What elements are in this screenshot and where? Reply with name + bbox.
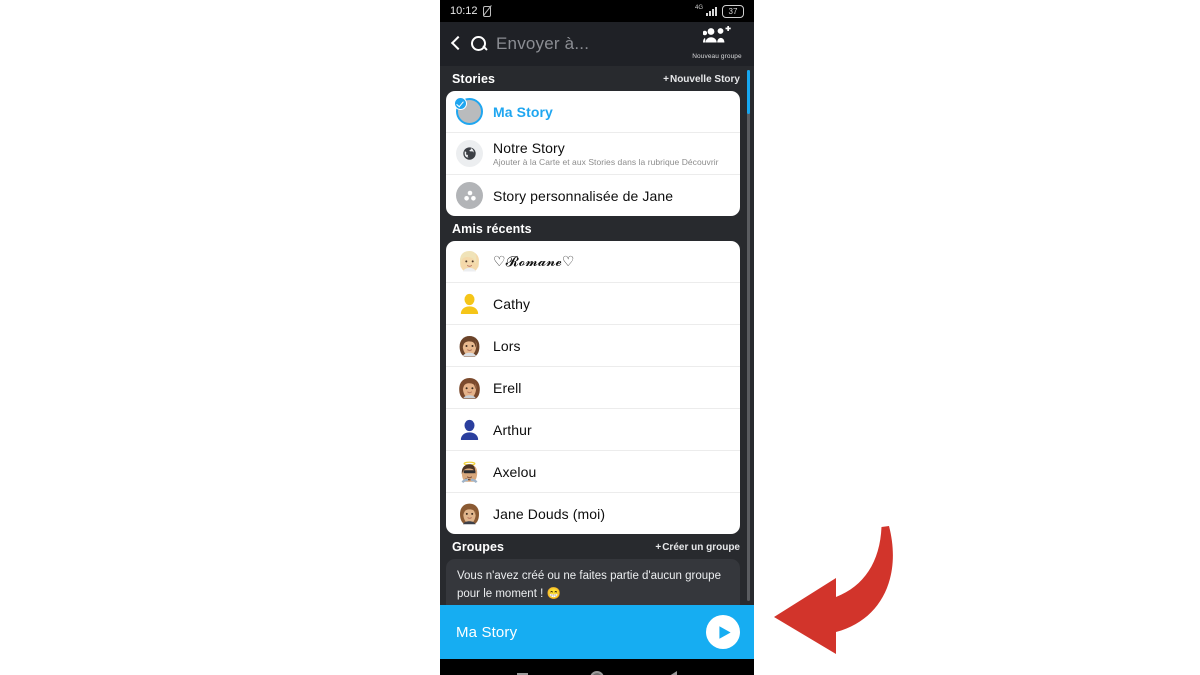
new-story-label: Nouvelle Story bbox=[669, 73, 740, 85]
friend-row[interactable]: ♡𝓡𝓸𝓶𝓪𝓷𝓮♡ bbox=[446, 241, 740, 282]
scrollbar-thumb[interactable] bbox=[747, 70, 750, 114]
stories-section-title: Stories bbox=[452, 72, 496, 86]
curved-arrow-left-icon bbox=[752, 518, 927, 658]
android-nav-bar bbox=[440, 659, 754, 675]
new-group-label: Nouveau groupe bbox=[692, 52, 742, 60]
story-title: Notre Story bbox=[493, 140, 565, 156]
send-button[interactable] bbox=[706, 615, 740, 649]
bitmoji-blonde-avatar bbox=[456, 248, 483, 275]
friend-row[interactable]: Erell bbox=[446, 366, 740, 408]
create-group-label: Créer un groupe bbox=[662, 541, 740, 553]
chevron-left-icon[interactable] bbox=[446, 34, 466, 54]
friend-name: Cathy bbox=[493, 295, 531, 312]
story-row-my-story[interactable]: Ma Story bbox=[446, 91, 740, 132]
send-recipients-label: Ma Story bbox=[456, 623, 518, 641]
friend-row[interactable]: Axelou bbox=[446, 450, 740, 492]
circle-home-icon[interactable] bbox=[590, 671, 604, 675]
plus-icon: + bbox=[655, 541, 662, 553]
bitmoji-long-hair-avatar bbox=[456, 374, 483, 401]
recent-friends-card: ♡𝓡𝓸𝓶𝓪𝓷𝓮♡ Cathy Lors Erell Arthur Axelou … bbox=[446, 241, 740, 534]
friend-row[interactable]: Lors bbox=[446, 324, 740, 366]
phone-screen: 10:12 4G 37 Envoyer à... Nouveau groupe … bbox=[440, 0, 754, 675]
friend-row-text: Lors bbox=[493, 338, 521, 354]
stories-section-header: Stories +Nouvelle Story bbox=[440, 66, 754, 91]
create-group-button[interactable]: +Créer un groupe bbox=[655, 542, 740, 553]
new-group-button[interactable]: Nouveau groupe bbox=[688, 25, 746, 63]
story-subtitle: Ajouter à la Carte et aux Stories dans l… bbox=[493, 157, 719, 167]
screenshot-canvas: 10:12 4G 37 Envoyer à... Nouveau groupe … bbox=[0, 0, 1200, 675]
story-row-text: Notre Story Ajouter à la Carte et aux St… bbox=[493, 140, 719, 167]
status-time: 10:12 bbox=[450, 5, 478, 17]
battery-indicator: 37 bbox=[722, 4, 744, 18]
search-header: Envoyer à... Nouveau groupe bbox=[440, 22, 754, 66]
stories-card: Ma Story Notre Story Ajouter à la Carte … bbox=[446, 91, 740, 216]
groups-section-title: Groupes bbox=[452, 540, 505, 554]
network-type-label: 4G bbox=[694, 4, 703, 11]
default-yellow-avatar bbox=[456, 290, 483, 317]
recent-friends-section-title: Amis récents bbox=[452, 222, 532, 236]
friend-row-text: Cathy bbox=[493, 296, 530, 312]
globe-icon bbox=[456, 140, 483, 167]
story-row-text: Ma Story bbox=[493, 104, 553, 120]
triangle-back-icon[interactable] bbox=[666, 671, 677, 675]
bitmoji-brunette-avatar bbox=[456, 332, 483, 359]
recent-friends-section-header: Amis récents bbox=[440, 216, 754, 241]
friend-name: Erell bbox=[493, 379, 522, 396]
send-arrow-icon bbox=[718, 625, 731, 639]
status-bar-left: 10:12 bbox=[450, 5, 492, 17]
recipient-list-scroll-area[interactable]: Stories +Nouvelle Story Ma Story Notre S… bbox=[440, 66, 754, 605]
friend-row[interactable]: Jane Douds (moi) bbox=[446, 492, 740, 534]
story-row-our-story[interactable]: Notre Story Ajouter à la Carte et aux St… bbox=[446, 132, 740, 174]
story-title: Ma Story bbox=[493, 103, 553, 120]
story-row-custom-story[interactable]: Story personnalisée de Jane bbox=[446, 174, 740, 216]
plus-icon: + bbox=[663, 73, 669, 85]
friend-row[interactable]: Arthur bbox=[446, 408, 740, 450]
friend-row-text: Arthur bbox=[493, 422, 532, 438]
search-icon bbox=[470, 35, 489, 54]
friend-name: Jane Douds (moi) bbox=[493, 505, 606, 522]
bitmoji-jane-avatar bbox=[456, 500, 483, 527]
friend-row-text: Jane Douds (moi) bbox=[493, 506, 605, 522]
mute-icon bbox=[482, 5, 492, 17]
groups-empty-message: Vous n'avez créé ou ne faites partie d'a… bbox=[446, 559, 740, 605]
friend-row-text: Axelou bbox=[493, 464, 536, 480]
friend-name: Lors bbox=[493, 337, 521, 354]
my-story-avatar bbox=[454, 97, 483, 125]
status-bar: 10:12 4G 37 bbox=[440, 0, 754, 22]
friend-row[interactable]: Cathy bbox=[446, 282, 740, 324]
story-row-text: Story personnalisée de Jane bbox=[493, 188, 673, 204]
status-bar-right: 4G 37 bbox=[694, 4, 744, 18]
new-story-button[interactable]: +Nouvelle Story bbox=[663, 74, 740, 85]
friend-name: Arthur bbox=[493, 421, 532, 438]
group-add-icon bbox=[688, 25, 746, 45]
groups-section-header: Groupes +Créer un groupe bbox=[440, 534, 754, 559]
search-input[interactable]: Envoyer à... bbox=[496, 34, 688, 54]
default-blue-avatar bbox=[456, 416, 483, 443]
selected-check-icon bbox=[454, 97, 467, 110]
friend-name: ♡𝓡𝓸𝓶𝓪𝓷𝓮♡ bbox=[493, 253, 575, 269]
friend-row-text: Erell bbox=[493, 380, 522, 396]
bitmoji-sunglasses-avatar bbox=[456, 458, 483, 485]
friend-name: Axelou bbox=[493, 463, 537, 480]
friend-row-text: ♡𝓡𝓸𝓶𝓪𝓷𝓮♡ bbox=[493, 253, 575, 270]
scrollbar-track[interactable] bbox=[747, 70, 750, 601]
story-title: Story personnalisée de Jane bbox=[493, 187, 674, 204]
signal-bars-icon bbox=[706, 6, 717, 16]
send-bar[interactable]: Ma Story bbox=[440, 605, 754, 659]
people-icon bbox=[456, 182, 483, 209]
